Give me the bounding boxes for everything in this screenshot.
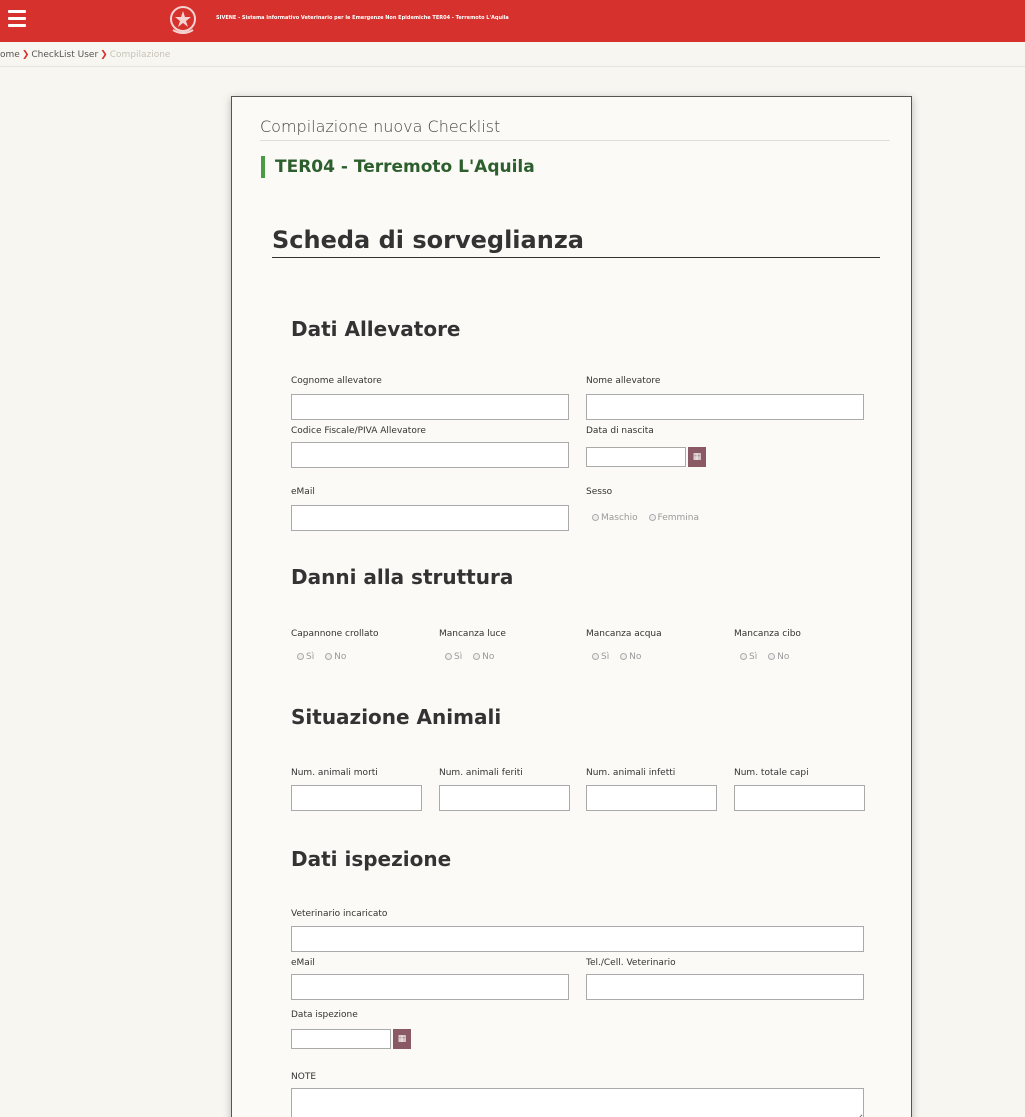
section-title-animali: Situazione Animali — [291, 705, 502, 729]
radio-icon — [740, 653, 747, 660]
app-title: SIVENE - Sistema Informativo Veterinario… — [216, 15, 509, 21]
animali-morti-input[interactable] — [291, 785, 422, 811]
radio-icon — [592, 514, 599, 521]
radio-icon — [620, 653, 628, 660]
email-allevatore-input[interactable] — [291, 505, 569, 531]
totale-capi-label: Num. totale capi — [734, 768, 809, 778]
note-label: NOTE — [291, 1072, 317, 1082]
cognome-label: Cognome allevatore — [291, 376, 382, 386]
acqua-no-radio[interactable]: No — [620, 652, 641, 662]
breadcrumb-separator-icon: ❯ — [100, 50, 108, 60]
checklist-card: Compilazione nuova Checklist TER04 - Ter… — [231, 96, 912, 1117]
mancanza-luce-radio-group: Sì No — [445, 652, 502, 662]
breadcrumb-separator-icon: ❯ — [21, 50, 30, 60]
animali-feriti-input[interactable] — [439, 785, 570, 811]
luce-si-radio[interactable]: Sì — [445, 652, 462, 662]
mancanza-cibo-label: Mancanza cibo — [734, 629, 801, 639]
republic-emblem-icon — [170, 6, 196, 34]
section-title-ispezione: Dati ispezione — [291, 847, 452, 871]
email-veterinario-input[interactable] — [291, 974, 569, 1000]
calendar-icon[interactable]: ▦ — [393, 1029, 411, 1049]
animali-infetti-label: Num. animali infetti — [586, 768, 676, 778]
cognome-input[interactable] — [291, 394, 569, 420]
acqua-si-radio[interactable]: Sì — [592, 652, 609, 662]
cibo-si-radio[interactable]: Sì — [740, 652, 757, 662]
data-ispezione-input[interactable] — [291, 1029, 391, 1049]
animali-infetti-input[interactable] — [586, 785, 717, 811]
tel-veterinario-label: Tel./Cell. Veterinario — [586, 958, 676, 968]
tel-veterinario-input[interactable] — [586, 974, 864, 1000]
veterinario-label: Veterinario incaricato — [291, 909, 388, 919]
sesso-femmina-radio[interactable]: Femmina — [648, 513, 699, 523]
capannone-no-radio[interactable]: No — [325, 652, 346, 662]
card-header: Compilazione nuova Checklist — [260, 117, 890, 141]
animali-feriti-label: Num. animali feriti — [439, 768, 523, 778]
totale-capi-input[interactable] — [734, 785, 865, 811]
radio-icon — [325, 653, 333, 660]
event-title: TER04 - Terremoto L'Aquila — [261, 156, 535, 178]
luce-no-radio[interactable]: No — [473, 652, 494, 662]
email-allevatore-label: eMail — [291, 487, 315, 497]
radio-icon — [297, 653, 304, 660]
data-nascita-label: Data di nascita — [586, 426, 654, 436]
note-textarea[interactable] — [291, 1088, 864, 1117]
radio-icon — [648, 514, 656, 521]
radio-icon — [592, 653, 599, 660]
radio-icon — [768, 653, 776, 660]
mancanza-cibo-radio-group: Sì No — [740, 652, 797, 662]
mancanza-acqua-label: Mancanza acqua — [586, 629, 662, 639]
animali-morti-label: Num. animali morti — [291, 768, 378, 778]
breadcrumb-current: Compilazione — [109, 50, 171, 60]
cibo-no-radio[interactable]: No — [768, 652, 789, 662]
nome-input[interactable] — [586, 394, 864, 420]
breadcrumb-checklist-user[interactable]: CheckList User — [31, 50, 98, 60]
data-ispezione-label: Data ispezione — [291, 1010, 358, 1020]
breadcrumb: ome ❯ CheckList User ❯ Compilazione — [0, 47, 1025, 67]
sesso-maschio-radio[interactable]: Maschio — [592, 513, 638, 523]
radio-icon — [445, 653, 452, 660]
sesso-label: Sesso — [586, 487, 613, 497]
nome-label: Nome allevatore — [586, 376, 661, 386]
section-title-danni: Danni alla struttura — [291, 565, 514, 589]
veterinario-input[interactable] — [291, 926, 864, 952]
calendar-icon[interactable]: ▦ — [688, 447, 706, 467]
codice-fiscale-input[interactable] — [291, 442, 569, 468]
email-veterinario-label: eMail — [291, 958, 315, 968]
mancanza-luce-label: Mancanza luce — [439, 629, 506, 639]
codice-fiscale-label: Codice Fiscale/PIVA Allevatore — [291, 426, 426, 436]
hamburger-menu-icon[interactable] — [8, 10, 26, 27]
capannone-si-radio[interactable]: Sì — [297, 652, 314, 662]
capannone-radio-group: Sì No — [297, 652, 354, 662]
top-bar: SIVENE - Sistema Informativo Veterinario… — [0, 0, 1025, 42]
mancanza-acqua-radio-group: Sì No — [592, 652, 649, 662]
sesso-radio-group: Maschio Femmina — [592, 513, 707, 523]
form-title: Scheda di sorveglianza — [272, 226, 880, 258]
breadcrumb-home[interactable]: ome — [0, 50, 20, 60]
data-nascita-input[interactable] — [586, 447, 686, 467]
capannone-label: Capannone crollato — [291, 629, 379, 639]
section-title-allevatore: Dati Allevatore — [291, 317, 461, 341]
radio-icon — [473, 653, 481, 660]
